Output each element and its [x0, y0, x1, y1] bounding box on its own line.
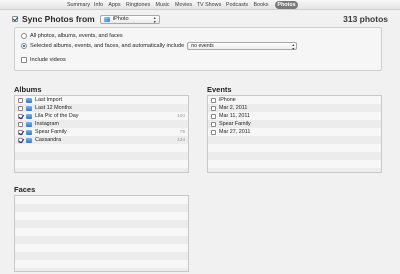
album-checkbox[interactable] [18, 137, 23, 143]
empty-row [15, 236, 188, 244]
sync-photos-checkbox[interactable] [12, 16, 18, 22]
empty-row [15, 212, 188, 220]
empty-row [15, 228, 188, 236]
faces-title: Faces [14, 185, 36, 194]
empty-row [15, 168, 188, 172]
select-arrows-icon: ▴ ▾ [153, 14, 156, 24]
photo-count: 313 photos [343, 14, 388, 24]
album-label: Last 12 Months [35, 105, 72, 111]
option-include-videos[interactable]: Include videos [21, 57, 66, 63]
empty-row [208, 160, 381, 168]
all-photos-radio[interactable] [21, 33, 27, 39]
option-selected[interactable]: Selected albums, events, and faces, and … [21, 42, 298, 51]
album-icon [26, 129, 32, 135]
album-row[interactable]: Lila Pic of the Day 100 [15, 112, 188, 120]
auto-include-select[interactable]: no events ▴ ▾ [187, 42, 298, 51]
tab-info[interactable]: Info [92, 1, 105, 9]
option-all[interactable]: All photos, albums, events, and faces [21, 33, 123, 39]
sync-options-panel: All photos, albums, events, and faces Se… [14, 27, 382, 71]
empty-row [15, 220, 188, 228]
empty-row [15, 252, 188, 260]
album-checkbox[interactable] [18, 129, 23, 135]
album-icon [26, 137, 32, 143]
event-row[interactable]: Mar 2, 2011 [208, 104, 381, 112]
tab-tv-shows[interactable]: TV Shows [196, 1, 222, 9]
selected-albums-label: Selected albums, events, and faces, and … [30, 43, 185, 49]
album-row[interactable]: Last 12 Months [15, 104, 188, 112]
event-checkbox[interactable] [211, 121, 216, 127]
events-list[interactable]: iPhone Mar 2, 2011 Mar 11, 2011 Spear Fa… [207, 95, 382, 173]
album-count: 79 [179, 129, 185, 135]
selected-albums-radio[interactable] [21, 43, 27, 49]
tab-music[interactable]: Music [154, 1, 171, 9]
albums-title: Albums [14, 85, 42, 94]
photo-source-value: iPhoto [112, 16, 129, 22]
album-checkbox[interactable] [18, 121, 23, 127]
event-row[interactable]: iPhone [208, 96, 381, 104]
empty-row [15, 204, 188, 212]
tab-movies[interactable]: Movies [173, 1, 194, 9]
album-label: Instagram [35, 121, 59, 127]
event-label: Mar 2, 2011 [219, 105, 248, 111]
empty-row [15, 244, 188, 252]
album-icon [26, 97, 32, 103]
select-arrows-icon: ▴ ▾ [292, 42, 295, 51]
album-row[interactable]: Last Import [15, 96, 188, 104]
event-checkbox[interactable] [211, 129, 216, 135]
album-label: Last Import [35, 97, 62, 103]
album-label: Lila Pic of the Day [35, 113, 79, 119]
empty-row [208, 144, 381, 152]
album-label: Spear Family [35, 129, 67, 135]
album-row[interactable]: Spear Family 79 [15, 128, 188, 136]
empty-row [208, 168, 381, 172]
album-count: 134 [176, 137, 185, 143]
tab-bar: Summary Info Apps Ringtones Music Movies… [0, 0, 400, 10]
empty-row [15, 144, 188, 152]
album-checkbox[interactable] [18, 97, 23, 103]
event-row[interactable]: Mar 11, 2011 [208, 112, 381, 120]
empty-row [15, 196, 188, 204]
album-icon [26, 105, 32, 111]
album-row[interactable]: Cassandra 134 [15, 136, 188, 144]
event-label: Mar 11, 2011 [219, 113, 250, 119]
sync-title: Sync Photos from [22, 14, 95, 24]
event-checkbox[interactable] [211, 97, 216, 103]
empty-row [15, 160, 188, 168]
album-label: Cassandra [35, 137, 62, 143]
album-row[interactable]: Instagram [15, 120, 188, 128]
include-videos-checkbox[interactable] [21, 57, 27, 63]
auto-include-value: no events [191, 43, 214, 49]
album-checkbox[interactable] [18, 105, 23, 111]
sync-header: Sync Photos from iPhoto ▴ ▾ 313 photos [12, 12, 388, 26]
iphoto-icon [103, 16, 110, 22]
tab-summary[interactable]: Summary [66, 1, 91, 9]
faces-list[interactable] [14, 195, 189, 272]
event-label: iPhone [219, 97, 236, 103]
album-icon [26, 121, 32, 127]
photo-source-select[interactable]: iPhoto ▴ ▾ [99, 14, 160, 24]
event-row[interactable]: Spear Family [208, 120, 381, 128]
event-row[interactable]: Mar 27, 2011 [208, 128, 381, 136]
tab-books[interactable]: Books [252, 1, 270, 9]
tab-photos[interactable]: Photos [275, 1, 298, 9]
event-label: Spear Family [219, 121, 251, 127]
album-count: 100 [176, 113, 185, 119]
album-icon [26, 113, 32, 119]
events-title: Events [207, 85, 232, 94]
empty-row [208, 152, 381, 160]
event-checkbox[interactable] [211, 113, 216, 119]
event-label: Mar 27, 2011 [219, 129, 251, 135]
tab-podcasts[interactable]: Podcasts [224, 1, 250, 9]
tab-apps[interactable]: Apps [107, 1, 122, 9]
event-checkbox[interactable] [211, 105, 216, 111]
albums-list[interactable]: Last Import Last 12 Months Lila Pic of t… [14, 95, 189, 173]
include-videos-label: Include videos [30, 57, 66, 63]
album-checkbox[interactable] [18, 113, 23, 119]
empty-row [15, 152, 188, 160]
empty-row [15, 260, 188, 268]
empty-row [15, 268, 188, 271]
tab-ringtones[interactable]: Ringtones [124, 1, 152, 9]
all-photos-label: All photos, albums, events, and faces [30, 33, 123, 39]
empty-row [208, 136, 381, 144]
